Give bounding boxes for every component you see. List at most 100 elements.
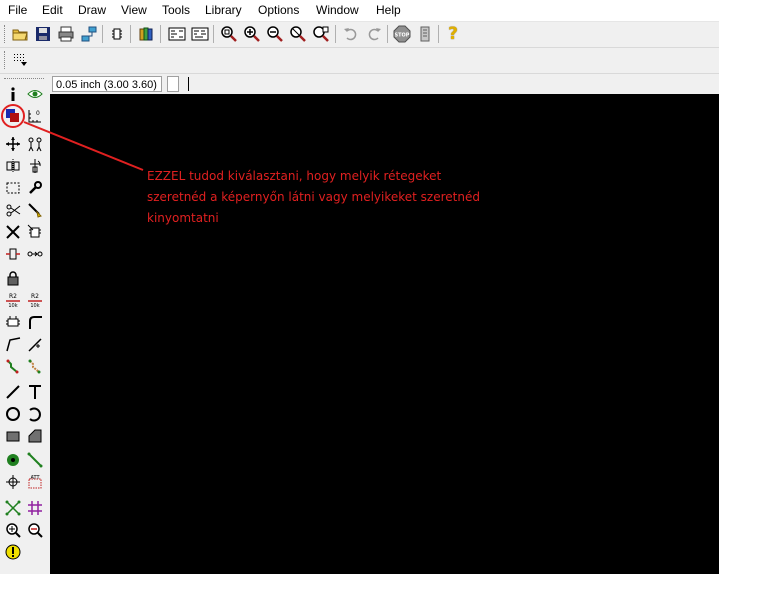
value-tool[interactable]: R2 10k <box>25 290 45 310</box>
ratsnest-tool[interactable] <box>3 498 23 518</box>
info-tool[interactable] <box>3 84 23 104</box>
show-tool[interactable] <box>25 84 45 104</box>
name-tool[interactable]: R2 10k <box>3 290 23 310</box>
svg-text:0: 0 <box>36 110 40 117</box>
left-tool-palette: 0 R2 10k R2 10k ATT <box>0 74 50 574</box>
lock-icon <box>7 271 19 286</box>
drc-tool[interactable] <box>25 520 45 540</box>
text-tool[interactable] <box>25 382 45 402</box>
component-button[interactable] <box>107 24 127 44</box>
menu-library[interactable]: Library <box>205 3 242 17</box>
replace-tool[interactable] <box>3 244 23 264</box>
miter-tool[interactable] <box>25 312 45 332</box>
resistor-name-a: R2 <box>9 293 17 300</box>
board-icon <box>191 27 209 41</box>
layers-icon <box>6 109 19 122</box>
value-resistor-icon: R2 10k <box>28 293 42 308</box>
script-button[interactable] <box>415 24 435 44</box>
menu-file[interactable]: File <box>8 3 27 17</box>
menu-draw[interactable]: Draw <box>78 3 106 17</box>
wire-tool[interactable] <box>3 382 23 402</box>
zoom-redraw-button[interactable] <box>311 24 331 44</box>
schematic-button[interactable] <box>167 24 187 44</box>
script-icon <box>420 26 430 42</box>
move-cross-arrows-icon <box>6 137 20 151</box>
toolbar-separator <box>130 25 131 43</box>
toolbar-grip[interactable] <box>4 25 7 43</box>
stop-button[interactable]: STOP <box>392 24 412 44</box>
circle-tool[interactable] <box>3 404 23 424</box>
paste-brush-icon <box>28 203 42 218</box>
zoom-in-button[interactable] <box>242 24 262 44</box>
network-button[interactable] <box>79 24 99 44</box>
smash-tool[interactable] <box>3 312 23 332</box>
split-tool[interactable] <box>3 334 23 354</box>
autorouter-tool[interactable] <box>25 498 45 518</box>
mark-tool[interactable]: 0 <box>25 106 45 126</box>
menu-options[interactable]: Options <box>258 3 299 17</box>
errors-tool[interactable] <box>3 542 23 562</box>
help-button[interactable]: ? <box>443 24 463 44</box>
hole-tool[interactable] <box>3 472 23 492</box>
cut-tool[interactable] <box>3 200 23 220</box>
menu-view[interactable]: View <box>121 3 147 17</box>
copy-tool[interactable] <box>25 134 45 154</box>
annotation-text: EZZEL tudod kiválasztani, hogy melyik ré… <box>147 166 527 229</box>
route-tool[interactable] <box>3 356 23 376</box>
zoom-fit-button[interactable] <box>219 24 239 44</box>
arc-tool[interactable] <box>25 404 45 424</box>
grid-coordinate-display: 0.05 inch (3.00 3.60) <box>52 76 162 92</box>
split-icon <box>6 337 21 352</box>
info-icon <box>11 87 15 101</box>
redo-button[interactable] <box>364 24 384 44</box>
via-tool[interactable] <box>3 450 23 470</box>
resistor-name-b: R2 <box>31 293 39 300</box>
menu-window[interactable]: Window <box>316 3 359 17</box>
print-button[interactable] <box>56 24 76 44</box>
toolbar-grip[interactable] <box>4 51 7 69</box>
save-button[interactable] <box>33 24 53 44</box>
delete-tool[interactable] <box>3 222 23 242</box>
palette-grip[interactable] <box>4 78 44 81</box>
lock-tool[interactable] <box>3 268 23 288</box>
erc-tool[interactable] <box>3 520 23 540</box>
optimize-icon <box>28 338 42 352</box>
rect-hatched-icon <box>6 431 20 442</box>
board-button[interactable] <box>190 24 210 44</box>
library-button[interactable] <box>137 24 157 44</box>
undo-icon <box>344 28 357 41</box>
menu-tools[interactable]: Tools <box>162 3 190 17</box>
swap-tool[interactable] <box>25 244 45 264</box>
svg-text:ATT: ATT <box>30 475 40 481</box>
optimize-tool[interactable] <box>25 334 45 354</box>
polygon-tool[interactable] <box>25 426 45 446</box>
move-tool[interactable] <box>3 134 23 154</box>
change-tool[interactable] <box>25 178 45 198</box>
add-tool[interactable] <box>25 222 45 242</box>
mirror-icon <box>6 159 20 173</box>
autorouter-grid-icon <box>28 501 42 515</box>
drc-magnifier-icon <box>28 523 43 538</box>
open-button[interactable] <box>10 24 30 44</box>
paste-tool[interactable] <box>25 200 45 220</box>
menu-help[interactable]: Help <box>376 3 401 17</box>
main-toolbar: STOP ? <box>0 22 719 48</box>
display-layers-tool[interactable] <box>3 106 23 126</box>
rotate-tool[interactable] <box>25 156 45 176</box>
zoom-out-button[interactable] <box>265 24 285 44</box>
grid-dots-button[interactable] <box>10 50 30 70</box>
group-tool[interactable] <box>3 178 23 198</box>
menu-edit[interactable]: Edit <box>42 3 63 17</box>
ripup-tool[interactable] <box>25 356 45 376</box>
attribute-tool[interactable]: ATT <box>25 472 45 492</box>
zoom-select-button[interactable] <box>288 24 308 44</box>
signal-tool[interactable] <box>25 450 45 470</box>
rect-tool[interactable] <box>3 426 23 446</box>
network-icon <box>81 26 97 42</box>
toolbar-separator <box>102 25 103 43</box>
mirror-tool[interactable] <box>3 156 23 176</box>
ratsnest-icon <box>5 500 21 516</box>
undo-button[interactable] <box>341 24 361 44</box>
help-question-icon: ? <box>448 24 458 44</box>
layer-field[interactable] <box>167 76 179 92</box>
